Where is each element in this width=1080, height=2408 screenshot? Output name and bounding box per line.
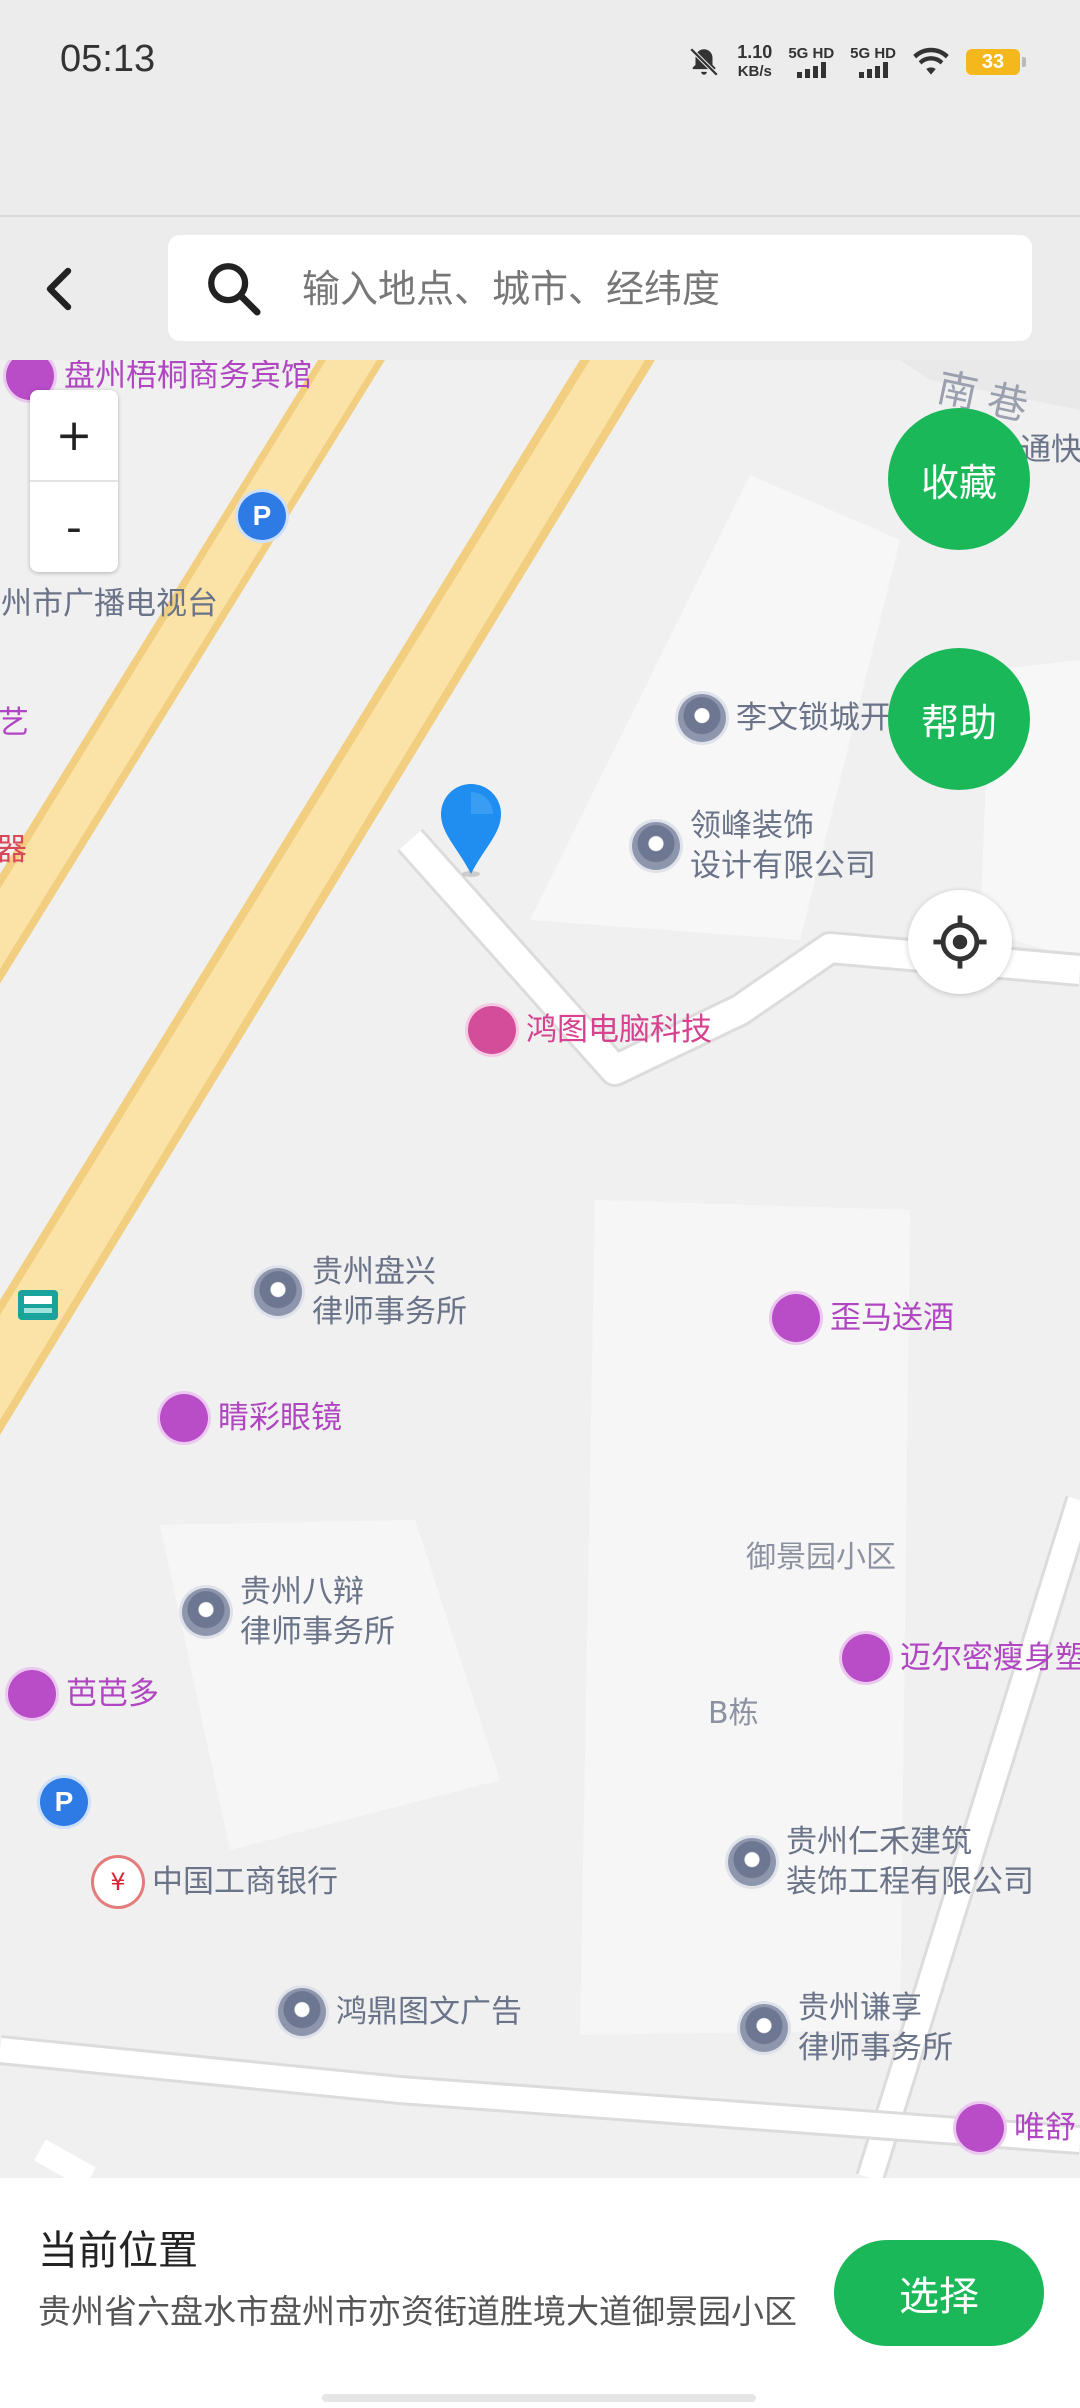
- shop-icon: [772, 1294, 820, 1342]
- poi-renhe[interactable]: 贵州仁禾建筑 装饰工程有限公司: [728, 1822, 1034, 1902]
- poi-hongtu[interactable]: 鸿图电脑科技: [468, 1006, 712, 1054]
- poi-dot-icon: [632, 822, 680, 870]
- shop-icon: [8, 1670, 56, 1718]
- signal-icon: 5G HD: [850, 46, 896, 78]
- zoom-controls: + -: [30, 390, 118, 572]
- home-indicator: [322, 2394, 756, 2402]
- search-header: [0, 215, 1080, 362]
- poi-panxing[interactable]: 贵州盘兴 律师事务所: [254, 1252, 467, 1332]
- mute-icon: [690, 47, 719, 77]
- shop-icon: [956, 2104, 1004, 2152]
- status-icons: 1.10 KB/s 5G HD 5G HD 33: [687, 40, 1026, 84]
- poi-dot-icon: [254, 1268, 302, 1316]
- computer-icon: [468, 1006, 516, 1054]
- wrench-icon: [678, 694, 726, 742]
- poi-dot-icon: [728, 1838, 776, 1886]
- poi-waima[interactable]: 歪马送酒: [772, 1294, 954, 1342]
- current-location-title: 当前位置: [38, 2228, 198, 2274]
- status-bar: 05:13 1.10 KB/s 5G HD 5G HD 33: [0, 0, 1080, 130]
- poi-babian[interactable]: 贵州八辩 律师事务所: [182, 1572, 395, 1652]
- search-box[interactable]: [168, 235, 1032, 343]
- poi-weishu[interactable]: 唯舒: [956, 2104, 1076, 2152]
- poi-dot-icon: [182, 1588, 230, 1636]
- locate-button[interactable]: [908, 890, 1012, 994]
- poi-hongding[interactable]: 鸿鼎图文广告: [278, 1988, 522, 2036]
- poi-parking[interactable]: P: [238, 492, 286, 540]
- battery-icon: 33: [966, 49, 1026, 75]
- bank-icon: ¥: [94, 1858, 142, 1906]
- poi-yi[interactable]: 艺: [0, 703, 29, 743]
- poi-locksmith[interactable]: 李文锁城开: [678, 694, 891, 742]
- help-button[interactable]: 帮助: [888, 648, 1030, 790]
- current-address: 贵州省六盘水市盘州市亦资街道胜境大道御景园小区: [38, 2292, 797, 2331]
- poi-icbc[interactable]: ¥ 中国工商银行: [94, 1858, 338, 1906]
- select-button[interactable]: 选择: [834, 2240, 1044, 2346]
- wifi-icon: [913, 47, 949, 75]
- poi-qi[interactable]: 器: [0, 830, 27, 870]
- search-input[interactable]: [300, 235, 1004, 343]
- poi-lingfeng[interactable]: 领峰装饰 设计有限公司: [632, 806, 876, 886]
- poi-jingcai[interactable]: 睛彩眼镜: [160, 1394, 342, 1442]
- parking-icon: P: [40, 1778, 88, 1826]
- chevron-left-icon[interactable]: [40, 265, 80, 313]
- poi-dot-icon: [278, 1988, 326, 2036]
- favorite-button[interactable]: 收藏: [888, 408, 1030, 550]
- zoom-out-button[interactable]: -: [30, 482, 118, 572]
- map-pin-icon: [441, 784, 501, 877]
- poi-maierm[interactable]: 迈尔密瘦身塑: [842, 1634, 1080, 1682]
- zoom-in-button[interactable]: +: [30, 390, 118, 480]
- network-speed: 1.10 KB/s: [737, 42, 773, 81]
- poi-dot-icon: [740, 2004, 788, 2052]
- poi-qianxiang[interactable]: 贵州谦享 律师事务所: [740, 1988, 953, 2068]
- area-b-building: B栋: [708, 1696, 759, 1731]
- poi-tv-station[interactable]: 盘州市广播电视台: [0, 584, 218, 624]
- poi-tongkuai[interactable]: 通快: [1020, 430, 1080, 470]
- shop-icon: [160, 1394, 208, 1442]
- poi-babaduo[interactable]: 芭芭多: [8, 1670, 159, 1718]
- signal-icon: 5G HD: [788, 46, 834, 78]
- area-yujingyuan: 御景园小区: [746, 1540, 896, 1575]
- poi-parking-2[interactable]: P: [40, 1778, 88, 1826]
- map-view[interactable]: 南 巷 盘州梧桐商务宾馆 P 盘州市广播电视台 艺 器 通快 李文锁城开 领峰装…: [0, 360, 1080, 2178]
- target-icon: [933, 915, 987, 969]
- parking-icon: P: [238, 492, 286, 540]
- current-location-panel: 当前位置 贵州省六盘水市盘州市亦资街道胜境大道御景园小区 选择: [0, 2178, 1080, 2408]
- search-icon: [208, 263, 261, 316]
- status-time: 05:13: [60, 38, 156, 80]
- shop-icon: [842, 1634, 890, 1682]
